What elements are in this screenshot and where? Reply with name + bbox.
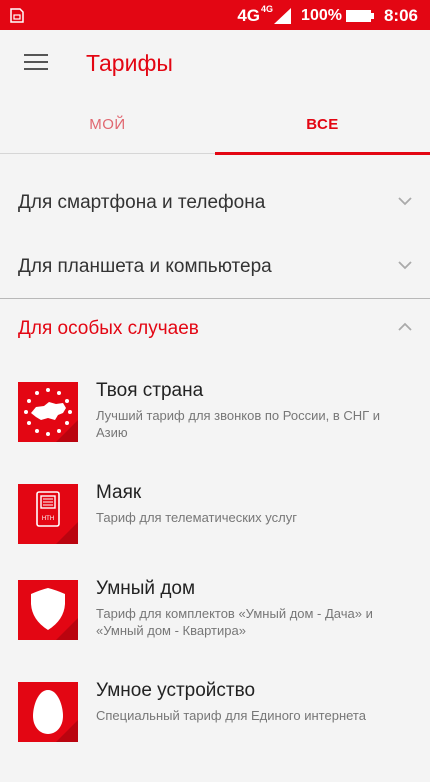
network-type: 4G [237,6,261,25]
tariff-name: Умный дом [96,578,196,599]
clock: 8:06 [383,6,418,25]
tab-all[interactable]: ВСЕ [215,98,430,155]
chevron-down-icon [398,197,412,206]
tab-mine[interactable]: МОЙ [0,98,215,154]
app-bar: Тарифы [0,30,430,98]
battery-percent: 100% [301,7,342,24]
tariff-item-umnyi-dom[interactable]: Умный дом Тариф для комплектов «Умный до… [0,578,430,680]
egg-icon [18,682,78,742]
tariff-item-mayak[interactable]: НТН Маяк Тариф для телематических услуг [0,482,430,584]
tariff-description: Тариф для комплектов «Умный дом - Дача» … [96,606,373,638]
signal-icon [274,8,292,24]
shield-icon [18,580,78,640]
page-title: Тарифы [86,50,173,76]
tab-bar: МОЙ ВСЕ [0,98,430,155]
category-label: Для смартфона и телефона [18,192,266,213]
sim-card-icon [10,8,24,23]
chevron-up-icon [398,322,412,331]
chevron-down-icon [398,261,412,270]
tariff-item-tvoya-strana[interactable]: Твоя страна Лучший тариф для звонков по … [0,380,430,482]
network-type-sup: 4G [261,4,274,14]
tariff-name: Маяк [96,482,142,503]
tariff-name: Твоя страна [96,380,204,401]
category-label: Для особых случаев [18,318,199,339]
status-bar: 4G 4G 100% 8:06 [0,0,430,30]
tariff-description: Специальный тариф для Единого интернета [96,708,366,723]
category-special[interactable]: Для особых случаев [0,298,430,362]
battery-icon [345,10,374,22]
tariff-description: Тариф для телематических услуг [96,510,297,525]
tariff-name: Умное устройство [96,680,256,701]
svg-text:НТН: НТН [42,516,54,522]
hamburger-menu-icon[interactable] [24,54,48,72]
telematics-device-icon: НТН [18,484,78,544]
category-label: Для планшета и компьютера [18,256,272,277]
russia-map-stars-icon [18,382,78,442]
category-tablet[interactable]: Для планшета и компьютера [0,236,430,300]
category-smartphone[interactable]: Для смартфона и телефона [0,172,430,236]
tariff-item-umnoe-ustroistvo[interactable]: Умное устройство Специальный тариф для Е… [0,680,430,782]
tariff-description: Лучший тариф для звонков по России, в СН… [96,408,381,440]
